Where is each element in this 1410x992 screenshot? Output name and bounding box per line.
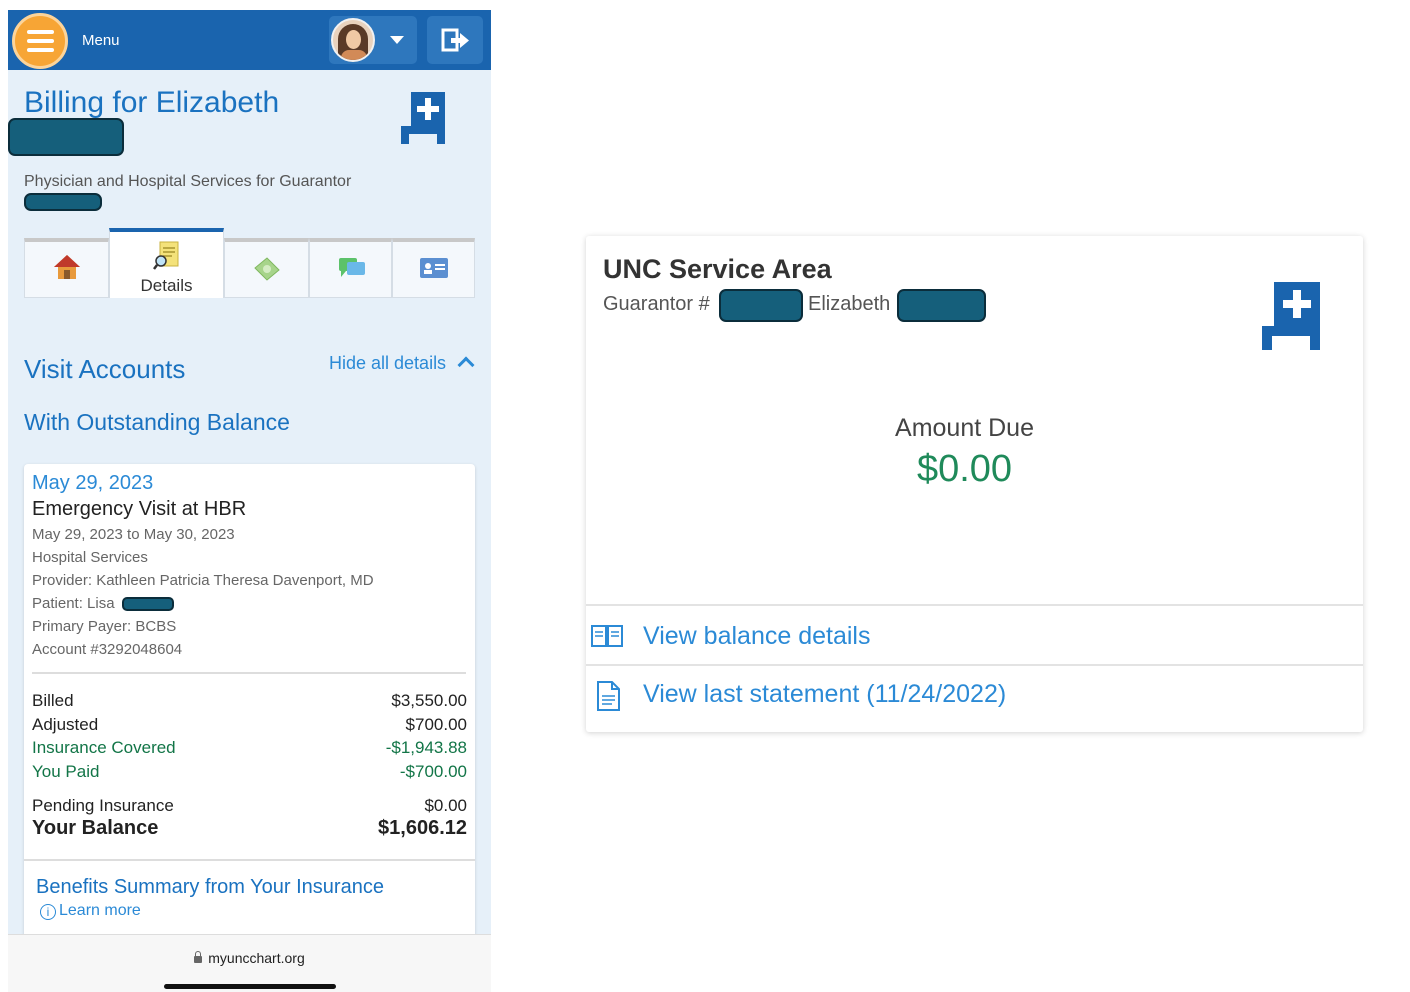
account-switcher-button[interactable] bbox=[329, 16, 417, 64]
learn-more-label: Learn more bbox=[59, 902, 141, 919]
divider bbox=[586, 604, 1363, 606]
service-area-card: UNC Service Area Guarantor # Elizabeth A… bbox=[586, 236, 1363, 732]
divider bbox=[32, 672, 466, 674]
billed-value: $3,550.00 bbox=[391, 691, 467, 710]
amount-due-value: $0.00 bbox=[916, 448, 1013, 490]
you-paid-label: You Paid bbox=[32, 762, 100, 781]
pending-insurance-label: Pending Insurance bbox=[32, 796, 174, 815]
tab-payments[interactable] bbox=[224, 238, 309, 298]
adjusted-value: $700.00 bbox=[405, 715, 467, 734]
hamburger-icon bbox=[27, 39, 54, 43]
url-display: myuncchart.org bbox=[8, 950, 491, 966]
logout-icon bbox=[441, 28, 469, 52]
tab-insurance[interactable] bbox=[392, 238, 475, 298]
your-balance-label: Your Balance bbox=[32, 817, 159, 839]
billing-subtitle: Physician and Hospital Services for Guar… bbox=[24, 173, 352, 190]
id-card-icon bbox=[419, 258, 448, 278]
tab-home[interactable] bbox=[24, 238, 109, 298]
billing-tabs: Details bbox=[24, 228, 475, 298]
visit-date-range: May 29, 2023 to May 30, 2023 bbox=[32, 526, 235, 543]
primary-payer: Primary Payer: BCBS bbox=[32, 618, 177, 635]
guarantor-name: Elizabeth bbox=[808, 293, 891, 315]
insurance-covered-value: -$1,943.88 bbox=[385, 738, 467, 757]
amount-due-label: Amount Due bbox=[895, 414, 1034, 442]
home-indicator[interactable] bbox=[164, 984, 336, 989]
menu-button[interactable] bbox=[12, 13, 68, 69]
billed-label: Billed bbox=[32, 691, 74, 710]
menu-label[interactable]: Menu bbox=[82, 32, 120, 49]
logout-button[interactable] bbox=[427, 16, 483, 64]
avatar bbox=[331, 18, 375, 62]
hamburger-icon bbox=[27, 48, 54, 52]
top-navigation-bar: Menu bbox=[8, 10, 491, 70]
visit-title: Emergency Visit at HBR bbox=[32, 498, 247, 520]
benefits-summary-link[interactable]: Benefits Summary from Your Insurance bbox=[36, 876, 384, 899]
adjusted-label: Adjusted bbox=[32, 715, 99, 734]
redacted-guarantor-number bbox=[719, 289, 803, 322]
money-icon bbox=[253, 257, 280, 281]
learn-more-link[interactable]: i Learn more bbox=[40, 902, 141, 920]
home-icon bbox=[53, 255, 80, 279]
patient-name: Patient: Lisa bbox=[32, 595, 115, 612]
billing-content: Billing for Elizabeth Physician and Hosp… bbox=[8, 70, 491, 944]
visit-account-card: May 29, 2023 Emergency Visit at HBR May … bbox=[24, 464, 475, 944]
provider-name: Provider: Kathleen Patricia Theresa Dave… bbox=[32, 572, 374, 589]
view-balance-details-link[interactable]: View balance details bbox=[643, 622, 870, 651]
mobile-screen: Menu Billing for Elizabeth Physician and… bbox=[8, 10, 491, 992]
tab-messages[interactable] bbox=[309, 238, 392, 298]
chat-icon bbox=[338, 258, 365, 277]
tab-details[interactable]: Details bbox=[109, 228, 224, 298]
view-last-statement-link[interactable]: View last statement (11/24/2022) bbox=[643, 680, 1006, 709]
account-number: Account #3292048604 bbox=[32, 641, 183, 658]
redacted-guarantor-surname bbox=[897, 289, 986, 322]
tab-details-label: Details bbox=[140, 276, 193, 295]
lock-icon bbox=[194, 951, 203, 963]
you-paid-value: -$700.00 bbox=[399, 762, 467, 781]
page-title: Billing for Elizabeth bbox=[24, 86, 280, 119]
hide-all-details-link[interactable]: Hide all details bbox=[329, 353, 446, 374]
visit-accounts-heading: Visit Accounts bbox=[24, 354, 186, 384]
info-icon: i bbox=[40, 904, 56, 920]
insurance-covered-label: Insurance Covered bbox=[32, 738, 176, 757]
caret-down-icon bbox=[390, 36, 404, 44]
outstanding-balance-heading: With Outstanding Balance bbox=[24, 409, 290, 435]
service-area-title: UNC Service Area bbox=[603, 254, 832, 284]
divider bbox=[24, 859, 475, 861]
redacted-guarantor bbox=[24, 193, 102, 211]
document-search-icon bbox=[152, 241, 178, 270]
divider bbox=[586, 664, 1363, 666]
hospital-logo-icon bbox=[401, 92, 445, 144]
url-text: myuncchart.org bbox=[208, 950, 305, 966]
guarantor-label: Guarantor # bbox=[603, 293, 710, 315]
service-type: Hospital Services bbox=[32, 549, 148, 566]
visit-date-link[interactable]: May 29, 2023 bbox=[32, 472, 153, 495]
book-icon bbox=[591, 625, 623, 647]
redacted-name bbox=[8, 118, 124, 156]
document-icon bbox=[597, 681, 620, 711]
your-balance-value: $1,606.12 bbox=[378, 817, 467, 839]
hospital-logo-icon bbox=[1262, 282, 1320, 350]
hamburger-icon bbox=[27, 30, 54, 34]
pending-insurance-value: $0.00 bbox=[424, 796, 467, 815]
redacted-patient bbox=[122, 597, 174, 611]
chevron-up-icon[interactable] bbox=[457, 356, 475, 374]
browser-address-bar[interactable]: myuncchart.org bbox=[8, 934, 491, 992]
